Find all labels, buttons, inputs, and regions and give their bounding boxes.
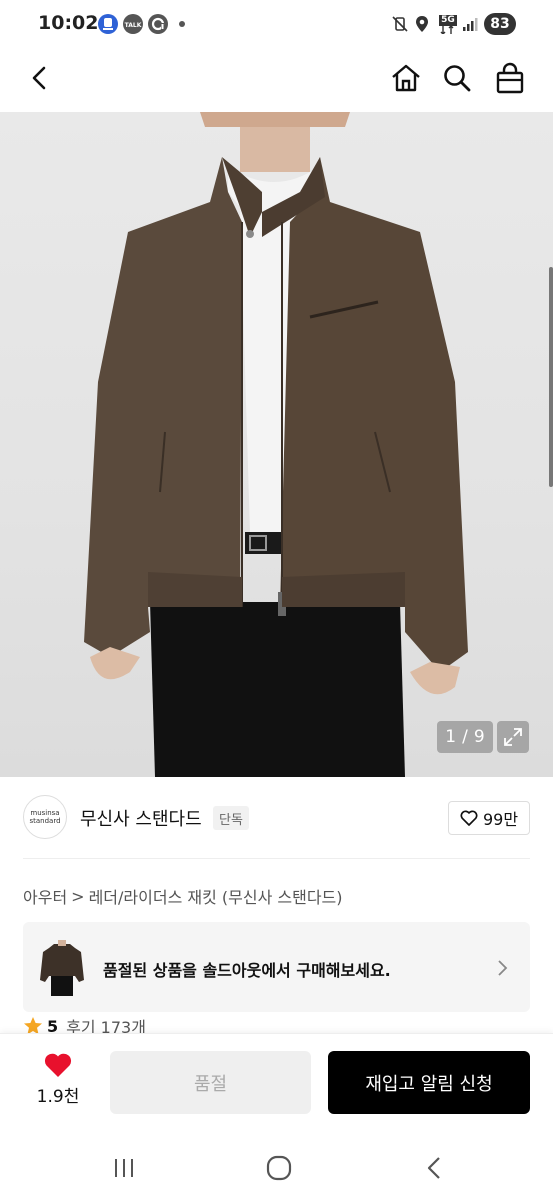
home-button[interactable] [386,58,426,98]
jacket-photo [84,112,468,777]
signal-icon [460,14,480,34]
divider [23,858,530,859]
app-a-icon [147,14,169,34]
purchase-bar: 1.9천 품절 재입고 알림 신청 [0,1033,553,1133]
search-icon [444,65,471,92]
product-image[interactable] [0,112,553,777]
image-scroll-indicator [549,267,553,487]
talk-badge-text: TALK [125,22,142,29]
wishlist-count: 1.9천 [36,1087,80,1107]
network-label: 5G [439,14,457,26]
network-5g-icon: 5G [436,14,460,34]
home-nav-button[interactable] [259,1153,299,1183]
heart-outline-icon [460,810,478,826]
brand-like-count: 99만 [482,810,519,829]
brand-logo-line1: musinsa [30,809,60,817]
breadcrumb-category1[interactable]: 아우터 [23,884,67,908]
image-counter: 1 / 9 [437,721,493,753]
back-nav-button[interactable] [414,1153,454,1183]
app-header [0,48,553,110]
back-nav-icon [427,1157,440,1179]
breadcrumb: 아우터 > 레더/라이더스 재킷 (무신사 스탠다드) [23,884,343,908]
chevron-right-icon [498,960,508,976]
wishlist-button[interactable]: 1.9천 [30,1052,86,1107]
banner-product-thumbnail [37,936,87,998]
expand-icon [504,728,522,746]
brand-logo-line2: standard [29,817,61,825]
restock-alert-button[interactable]: 재입고 알림 신청 [328,1051,530,1114]
status-time: 10:02 [38,12,99,34]
brand-like-button[interactable]: 99만 [448,801,530,835]
notification-dot-icon [179,21,185,27]
back-button[interactable] [20,58,60,98]
breadcrumb-category2[interactable]: 레더/라이더스 재킷 (무신사 스탠다드) [89,884,343,908]
android-nav-bar [0,1133,553,1200]
shopping-bag-icon [496,62,524,94]
recent-apps-icon [115,1159,133,1177]
image-separator: / [462,727,468,747]
breadcrumb-separator: > [71,886,85,906]
vibrate-mute-icon [390,14,410,34]
search-button[interactable] [437,58,477,98]
recent-apps-button[interactable] [104,1153,144,1183]
image-current: 1 [445,727,457,747]
home-icon [392,64,420,92]
kakaotalk-icon: TALK [122,14,144,34]
expand-image-button[interactable] [497,721,529,753]
chevron-left-icon [32,66,46,90]
brand-logo[interactable]: musinsa standard [23,795,67,839]
home-nav-icon [266,1155,292,1181]
location-icon [413,14,431,34]
soldout-banner[interactable]: 품절된 상품을 솔드아웃에서 구매해보세요. [23,922,530,1012]
exclusive-badge: 단독 [213,806,249,830]
battery-indicator: 83 [484,13,516,35]
soldout-banner-text: 품절된 상품을 솔드아웃에서 구매해보세요. [103,961,391,980]
heart-filled-icon [44,1053,72,1077]
image-total: 9 [473,727,485,747]
soldout-button: 품절 [110,1051,311,1114]
brand-name[interactable]: 무신사 스탠다드 [80,805,202,831]
bank-app-icon [97,14,119,34]
status-bar: 10:02 TALK 5G 83 [0,0,553,48]
cart-button[interactable] [490,58,530,98]
